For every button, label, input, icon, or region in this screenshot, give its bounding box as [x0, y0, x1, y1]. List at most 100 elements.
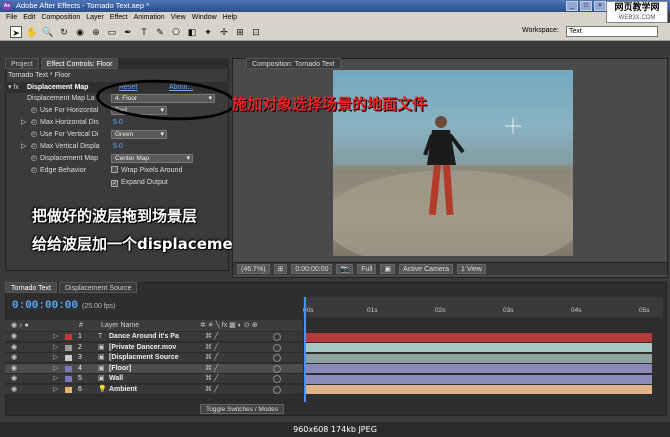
stopwatch-icon[interactable]: ◴	[31, 141, 37, 152]
menu-composition[interactable]: Composition	[41, 12, 80, 23]
eraser-tool-icon[interactable]: ◧	[186, 26, 198, 38]
menu-edit[interactable]: Edit	[23, 12, 35, 23]
time-ruler[interactable]: 00s 01s 02s 03s 04s 05s	[303, 297, 663, 317]
tab-displacement-source[interactable]: Displacement Source	[58, 282, 138, 293]
stopwatch-icon[interactable]: ◴	[31, 129, 37, 140]
pan-behind-tool-icon[interactable]: ⊕	[90, 26, 102, 38]
layer-name[interactable]: [Private Dancer.mov	[109, 343, 199, 353]
mask-tool-icon[interactable]: ▭	[106, 26, 118, 38]
active-camera-select[interactable]: Active Camera	[399, 264, 454, 274]
stopwatch-icon[interactable]: ◴	[31, 105, 37, 116]
camera-snapshot-icon[interactable]: 📷	[336, 264, 354, 274]
layer-switches-icon[interactable]: ⌘ ╱	[205, 364, 218, 374]
selection-tool-icon[interactable]: ➤	[10, 26, 22, 38]
checkbox-box[interactable]	[111, 166, 118, 173]
zoom-select[interactable]: (46.7%)	[237, 264, 270, 274]
layer-duration-bar[interactable]	[306, 385, 652, 394]
workspace-select[interactable]: Text	[566, 26, 658, 37]
axis-icon[interactable]: ✢	[218, 26, 230, 38]
menu-layer[interactable]: Layer	[86, 12, 104, 23]
label-color-swatch[interactable]	[65, 355, 72, 361]
layer-name[interactable]: [Floor]	[109, 364, 199, 374]
parent-pickwhip-icon[interactable]	[273, 364, 281, 373]
menu-animation[interactable]: Animation	[134, 12, 165, 23]
parent-pickwhip-icon[interactable]	[273, 354, 281, 362]
text-tool-icon[interactable]: T	[138, 26, 150, 38]
eye-icon[interactable]: ◉	[11, 332, 17, 342]
menu-effect[interactable]: Effect	[110, 12, 128, 23]
label-color-swatch[interactable]	[65, 386, 72, 393]
label-color-swatch[interactable]	[65, 365, 72, 372]
camera-tool-icon[interactable]: ◉	[74, 26, 86, 38]
stopwatch-icon[interactable]: ◴	[31, 153, 37, 164]
max-vertical-value[interactable]: 5.0	[113, 141, 123, 152]
label-color-swatch[interactable]	[65, 344, 72, 351]
minimize-icon[interactable]: _	[566, 1, 578, 11]
checkbox-checked[interactable]: ✓	[111, 180, 118, 187]
expand-arrow-icon[interactable]: ▷	[53, 353, 58, 363]
clone-stamp-tool-icon[interactable]: ⎔	[170, 26, 182, 38]
view-layout-select[interactable]: 1 View	[457, 264, 486, 274]
label-color-swatch[interactable]	[65, 334, 72, 340]
hand-tool-icon[interactable]: ✋	[26, 26, 38, 38]
layer-switches-icon[interactable]: ⌘ ╱	[205, 374, 218, 384]
eye-icon[interactable]: ◉	[11, 385, 17, 395]
expand-arrow-icon[interactable]: ▷	[53, 332, 58, 342]
layer-row[interactable]: ◉ ▷ 6 💡 Ambient ⌘ ╱	[5, 384, 303, 395]
toggle-switches-modes[interactable]: Toggle Switches / Modes	[200, 404, 284, 414]
menu-help[interactable]: Help	[223, 12, 237, 23]
current-time-indicator[interactable]	[304, 297, 306, 402]
layer-row[interactable]: ◉ ▷ 4 ▣ [Floor] ⌘ ╱	[5, 363, 303, 374]
brush-tool-icon[interactable]: ✎	[154, 26, 166, 38]
parent-pickwhip-icon[interactable]	[273, 333, 281, 341]
eye-icon[interactable]: ◉	[11, 374, 17, 384]
layer-row[interactable]: ◉ ▷ 3 ▣ [Displacment Source ⌘ ╱	[5, 353, 303, 363]
label-color-swatch[interactable]	[65, 376, 72, 382]
pen-tool-icon[interactable]: ✒	[122, 26, 134, 38]
layer-switches-icon[interactable]: ⌘ ╱	[205, 343, 218, 353]
layer-duration-bar[interactable]	[306, 353, 652, 363]
layer-duration-bar[interactable]	[306, 343, 652, 352]
snapshot-icon[interactable]: ⊞	[273, 264, 288, 274]
layer-duration-bar[interactable]	[306, 332, 652, 342]
layer-duration-bar[interactable]	[306, 364, 652, 373]
tab-composition[interactable]: Composition: Tornado Text	[246, 58, 341, 69]
parent-pickwhip-icon[interactable]	[273, 385, 281, 394]
vertical-channel-select[interactable]: Green	[111, 130, 167, 139]
rotate-tool-icon[interactable]: ↻	[58, 26, 70, 38]
wrap-pixels-checkbox[interactable]: Wrap Pixels Around	[111, 165, 182, 176]
tab-tornado-text[interactable]: Tornado Text	[5, 282, 57, 293]
menu-file[interactable]: File	[6, 12, 17, 23]
eye-icon[interactable]: ◉	[11, 343, 17, 353]
menu-view[interactable]: View	[171, 12, 186, 23]
axis-view-icon[interactable]: ⊡	[250, 26, 262, 38]
maximize-icon[interactable]: □	[580, 1, 592, 11]
layer-name[interactable]: Wall	[109, 374, 199, 384]
layer-row[interactable]: ◉ ▷ 5 ▣ Wall ⌘ ╱	[5, 374, 303, 384]
eye-icon[interactable]: ◉	[11, 353, 17, 363]
expand-output-checkbox[interactable]: ✓ Expand Output	[111, 177, 168, 188]
eye-icon[interactable]: ◉	[11, 364, 17, 374]
current-time[interactable]: 0:00:00:00	[12, 300, 78, 312]
layer-duration-bar[interactable]	[306, 374, 652, 384]
expand-arrow-icon[interactable]: ▷	[21, 117, 26, 128]
puppet-tool-icon[interactable]: ✦	[202, 26, 214, 38]
parent-pickwhip-icon[interactable]	[273, 343, 281, 352]
tab-project[interactable]: Project	[5, 58, 39, 69]
axis-world-icon[interactable]: ⊞	[234, 26, 246, 38]
stopwatch-icon[interactable]: ◴	[31, 117, 37, 128]
time-display[interactable]: 0:00:00:00	[291, 264, 333, 274]
header-layer-name[interactable]: Layer Name	[101, 320, 139, 331]
layer-row[interactable]: ◉ ▷ 1 T Dance Around it's Pa ⌘ ╱	[5, 332, 303, 342]
close-icon[interactable]: ×	[594, 1, 606, 11]
region-icon[interactable]: ▣	[380, 264, 396, 274]
expand-arrow-icon[interactable]: ▷	[53, 343, 58, 353]
expand-arrow-icon[interactable]: ▷	[53, 374, 58, 384]
expand-arrow-icon[interactable]: ▷	[53, 385, 58, 395]
layer-switches-icon[interactable]: ⌘ ╱	[205, 332, 218, 342]
stopwatch-icon[interactable]: ◴	[31, 165, 37, 176]
max-horizontal-value[interactable]: 5.0	[113, 117, 123, 128]
layer-row[interactable]: ◉ ▷ 2 ▣ [Private Dancer.mov ⌘ ╱	[5, 342, 303, 353]
parent-pickwhip-icon[interactable]	[273, 375, 281, 383]
layer-name[interactable]: Ambient	[109, 385, 199, 395]
